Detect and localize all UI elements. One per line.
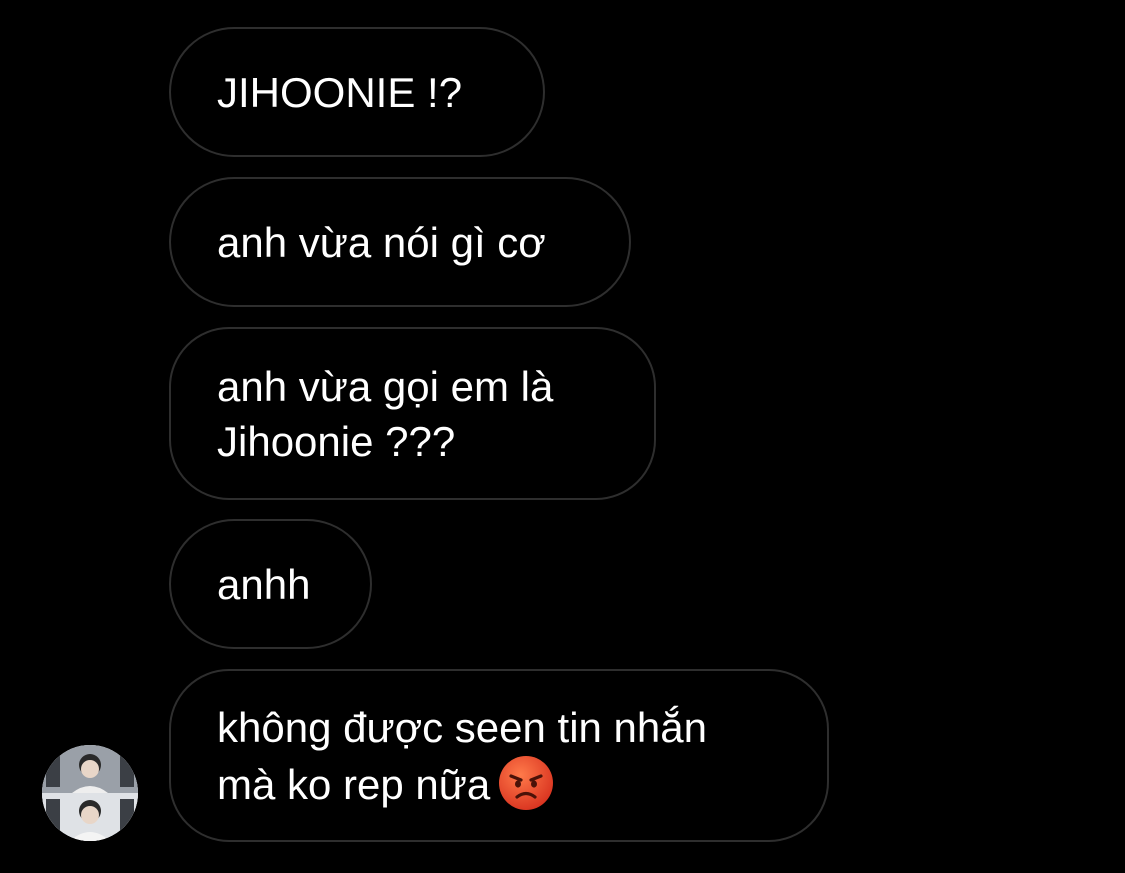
message-text: JIHOONIE !?	[217, 68, 463, 116]
message-thread: JIHOONIE !? anh vừa nói gì cơ anh vừa gọ…	[0, 0, 1125, 873]
profile-photo-icon	[42, 745, 138, 841]
message-bubble[interactable]: không được seen tin nhắn mà ko rep nữa	[169, 669, 829, 842]
message-line: không được seen tin nhắn	[217, 703, 707, 751]
message-bubble[interactable]: anh vừa gọi em là Jihoonie ???	[169, 327, 656, 500]
message-text: anhh	[217, 560, 311, 608]
message-bubble[interactable]: JIHOONIE !?	[169, 27, 545, 157]
message-text: anh vừa nói gì cơ	[217, 218, 546, 266]
message-bubble[interactable]: anhh	[169, 519, 372, 649]
angry-face-icon	[499, 755, 554, 810]
message-bubble[interactable]: anh vừa nói gì cơ	[169, 177, 631, 307]
message-line: anh vừa gọi em là	[217, 362, 554, 410]
message-text-block: không được seen tin nhắn mà ko rep nữa	[217, 700, 707, 812]
message-text-block: anh vừa gọi em là Jihoonie ???	[217, 359, 553, 469]
message-line-text: mà ko rep nữa	[217, 760, 491, 808]
message-line: mà ko rep nữa	[217, 755, 707, 812]
message-line: Jihoonie ???	[217, 417, 456, 465]
profile-photo-avatar[interactable]	[42, 745, 138, 841]
